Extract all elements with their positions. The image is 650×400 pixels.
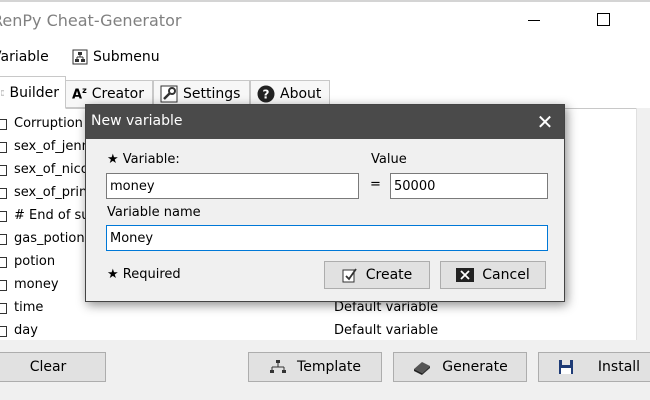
variable-field[interactable] <box>106 173 359 199</box>
variable-name-field[interactable] <box>106 225 548 251</box>
template-button[interactable]: Template <box>248 352 382 382</box>
install-button-label: Install <box>597 359 641 375</box>
row-checkbox[interactable] <box>0 119 7 130</box>
equals-sign: = <box>370 177 381 192</box>
help-icon: ? <box>257 85 275 103</box>
maximize-icon[interactable] <box>597 13 610 26</box>
cancel-button[interactable]: Cancel <box>440 261 546 289</box>
row-name: time <box>14 300 44 315</box>
list-scrollbar[interactable] <box>636 108 650 340</box>
clear-button-label: Clear <box>29 359 67 375</box>
template-button-label: Template <box>297 359 361 375</box>
cancel-icon <box>456 268 475 282</box>
row-name: day <box>14 323 38 338</box>
tab-builder-label: Builder <box>9 84 59 101</box>
close-icon[interactable]: ✕ <box>532 109 558 135</box>
create-icon <box>342 268 357 283</box>
row-checkbox[interactable] <box>0 257 7 268</box>
row-checkbox[interactable] <box>0 234 7 245</box>
row-checkbox[interactable] <box>0 280 7 291</box>
tab-creator-label: Creator <box>91 86 144 102</box>
list-item[interactable]: day Default variable <box>0 321 650 340</box>
title-bar: RenPy Cheat-Generator <box>0 0 650 42</box>
row-name: # End of su <box>14 208 90 223</box>
clear-button[interactable]: Clear <box>0 352 106 382</box>
variable-name-label: Variable name <box>107 205 201 220</box>
svg-text:?: ? <box>263 88 270 102</box>
window-title: RenPy Cheat-Generator <box>0 11 182 30</box>
new-variable-dialog: New variable ✕ ★ Variable: = Value Varia… <box>85 104 565 302</box>
row-desc: Default variable <box>334 300 439 315</box>
builder-icon <box>1 90 5 95</box>
generate-button-label: Generate <box>442 359 508 375</box>
font-icon: Az <box>72 85 87 103</box>
row-name: gas_potion <box>14 231 85 246</box>
row-checkbox[interactable] <box>0 303 7 314</box>
menu-bar: Variable Submenu <box>0 42 650 72</box>
row-name: sex_of_jenn <box>14 139 90 154</box>
menu-variable[interactable]: Variable <box>0 49 49 65</box>
value-field[interactable] <box>390 173 548 199</box>
generate-button[interactable]: Generate <box>393 352 527 382</box>
create-button-label: Create <box>365 267 413 283</box>
row-name: sex_of_nico <box>14 162 89 177</box>
row-checkbox[interactable] <box>0 326 7 337</box>
save-icon <box>558 360 573 374</box>
dialog-title-bar: New variable ✕ <box>86 105 564 139</box>
tree-icon <box>72 49 88 65</box>
row-name: potion <box>14 254 56 269</box>
cancel-button-label: Cancel <box>482 267 530 283</box>
minimize-icon[interactable] <box>528 20 540 21</box>
tab-about-label: About <box>280 86 322 102</box>
variable-label: ★ Variable: <box>107 152 180 167</box>
menu-submenu[interactable]: Submenu <box>72 49 160 65</box>
settings-icon <box>160 85 178 103</box>
row-checkbox[interactable] <box>0 142 7 153</box>
row-desc: Default variable <box>334 323 439 338</box>
tab-builder[interactable]: Builder <box>0 76 66 109</box>
create-button[interactable]: Create <box>324 261 430 289</box>
row-checkbox[interactable] <box>0 211 7 222</box>
value-label: Value <box>371 152 407 167</box>
row-checkbox[interactable] <box>0 165 7 176</box>
menu-submenu-label: Submenu <box>93 49 160 65</box>
menu-variable-label: Variable <box>0 49 49 65</box>
required-note: ★ Required <box>107 267 181 282</box>
dialog-title: New variable <box>91 113 183 129</box>
row-name: money <box>14 277 59 292</box>
row-name: Corruption <box>14 116 83 131</box>
template-icon <box>270 360 287 373</box>
tab-settings-label: Settings <box>183 86 241 102</box>
install-button[interactable]: Install <box>538 352 650 382</box>
row-name: sex_of_prin <box>14 185 88 200</box>
row-checkbox[interactable] <box>0 188 7 199</box>
generate-icon <box>414 362 431 375</box>
top-edge <box>0 0 650 2</box>
